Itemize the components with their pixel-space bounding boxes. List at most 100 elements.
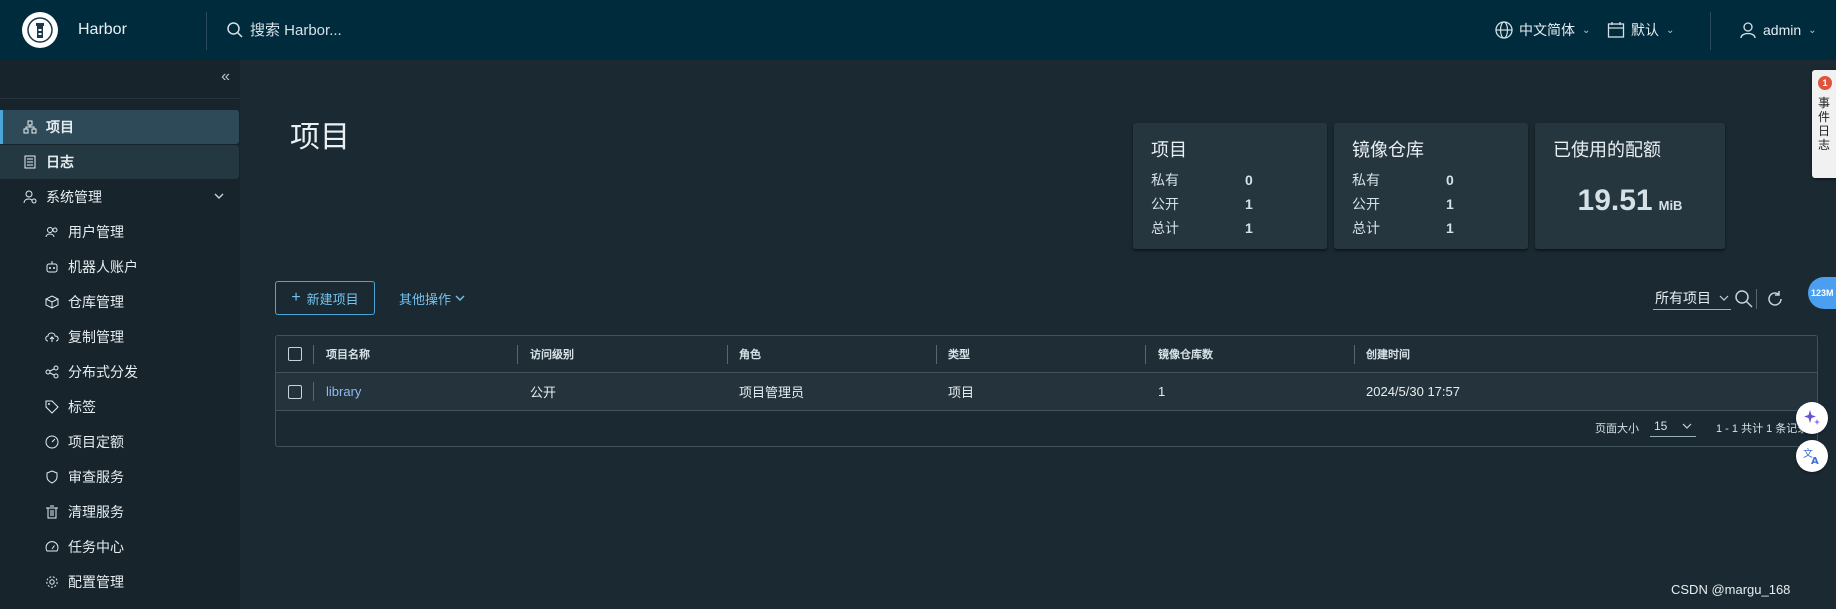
- globe-icon: [1495, 21, 1513, 39]
- quota-value: 19.51 MiB: [1553, 184, 1707, 218]
- card-row: 总计 1: [1352, 216, 1510, 240]
- chevron-down-icon: ⌄: [1666, 24, 1675, 36]
- projects-table: 项目名称 访问级别 角色 类型 镜像仓库数 创建时间 library 公开 项目…: [275, 335, 1818, 447]
- column-header-type[interactable]: 类型: [948, 336, 970, 372]
- card-row: 公开 1: [1151, 192, 1309, 216]
- search-icon[interactable]: [1734, 289, 1754, 309]
- shield-icon: [44, 469, 60, 485]
- card-row: 私有 0: [1151, 168, 1309, 192]
- column-header-repo-count[interactable]: 镜像仓库数: [1158, 336, 1213, 372]
- sidebar-item-robot-accounts[interactable]: 机器人账户: [0, 250, 239, 284]
- event-log-label: 事件日志: [1817, 96, 1830, 152]
- translate-button[interactable]: 文A: [1796, 440, 1828, 472]
- chevron-down-icon: ⌄: [1808, 24, 1817, 36]
- role-cell: 项目管理员: [739, 385, 805, 400]
- sidebar-item-label: 复制管理: [68, 329, 124, 345]
- project-name-link[interactable]: library: [326, 373, 361, 410]
- row-value: 1: [1245, 196, 1253, 212]
- sidebar-item-job-service[interactable]: 任务中心: [0, 530, 239, 564]
- row-label: 私有: [1151, 172, 1179, 188]
- sidebar-item-system-admin[interactable]: 系统管理: [0, 180, 239, 214]
- tag-icon: [44, 399, 60, 415]
- row-value: 1: [1446, 196, 1454, 212]
- quota-summary-card: 已使用的配额 19.51 MiB: [1535, 123, 1725, 249]
- chevron-down-icon: [1682, 423, 1692, 429]
- pagination-summary: 1 - 1 共计 1 条记录: [1716, 423, 1809, 435]
- collapse-sidebar-icon[interactable]: «: [221, 68, 230, 86]
- sidebar-item-label: 系统管理: [46, 189, 102, 205]
- event-log-tab[interactable]: 1 事件日志: [1812, 70, 1836, 178]
- ai-assistant-button[interactable]: [1796, 402, 1828, 434]
- plus-icon: +: [291, 289, 301, 306]
- select-all-checkbox[interactable]: [288, 347, 302, 361]
- sidebar-item-replications[interactable]: 复制管理: [0, 320, 239, 354]
- memory-usage-badge[interactable]: 123M: [1808, 277, 1836, 309]
- more-actions-dropdown[interactable]: 其他操作: [399, 281, 466, 315]
- new-project-button[interactable]: + 新建项目: [275, 281, 375, 315]
- language-selector[interactable]: 中文简体 ⌄: [1494, 0, 1590, 60]
- table-header: 项目名称 访问级别 角色 类型 镜像仓库数 创建时间: [276, 336, 1817, 373]
- speedometer-icon: [44, 539, 60, 555]
- translate-icon: 文A: [1803, 447, 1819, 466]
- sidebar-item-projects[interactable]: 项目: [0, 110, 239, 144]
- search-input[interactable]: [248, 20, 452, 40]
- refresh-icon[interactable]: [1765, 289, 1785, 309]
- chevron-down-icon: [213, 189, 225, 205]
- box-icon: [44, 294, 60, 310]
- row-label: 总计: [1151, 220, 1179, 236]
- page-size-label: 页面大小: [1595, 423, 1639, 435]
- sidebar-item-label: 分布式分发: [68, 364, 138, 380]
- projects-summary-card: 项目 私有 0 公开 1 总计 1: [1133, 123, 1327, 249]
- quota-unit: MiB: [1658, 198, 1683, 213]
- column-header-role[interactable]: 角色: [739, 336, 761, 372]
- robot-icon: [44, 259, 60, 275]
- column-separator: [1354, 345, 1355, 364]
- row-checkbox[interactable]: [288, 384, 302, 399]
- row-label: 总计: [1352, 220, 1380, 236]
- sidebar-divider: [0, 98, 240, 99]
- column-separator: [936, 345, 937, 364]
- row-label: 公开: [1151, 196, 1179, 212]
- user-menu[interactable]: admin ⌄: [1738, 0, 1817, 60]
- sidebar-item-distribution[interactable]: 分布式分发: [0, 355, 239, 389]
- calendar-icon: [1607, 22, 1625, 38]
- sidebar-item-registries[interactable]: 仓库管理: [0, 285, 239, 319]
- table-row[interactable]: library 公开 项目管理员 项目 1 2024/5/30 17:57: [276, 373, 1817, 411]
- filter-value: 所有项目: [1655, 289, 1711, 306]
- repo-count-cell: 1: [1158, 384, 1166, 399]
- svg-text:A: A: [1811, 456, 1819, 466]
- row-value: 1: [1245, 220, 1253, 236]
- column-header-access[interactable]: 访问级别: [530, 336, 574, 372]
- sidebar-item-labels[interactable]: 标签: [0, 390, 239, 424]
- sidebar-item-interrogation-services[interactable]: 审查服务: [0, 460, 239, 494]
- watermark: CSDN @margu_168: [1671, 582, 1791, 597]
- column-header-created[interactable]: 创建时间: [1366, 336, 1410, 372]
- sidebar-item-label: 任务中心: [68, 539, 124, 555]
- row-value: 0: [1245, 172, 1253, 188]
- search-icon: [227, 22, 243, 38]
- sidebar-item-label: 用户管理: [68, 224, 124, 240]
- datetime-format-selector[interactable]: 默认 ⌄: [1606, 0, 1674, 60]
- project-filter-select[interactable]: 所有项目: [1653, 286, 1731, 310]
- page-size-select[interactable]: 15: [1650, 415, 1696, 437]
- column-header-name[interactable]: 项目名称: [326, 336, 370, 372]
- sidebar-item-users[interactable]: 用户管理: [0, 215, 239, 249]
- sidebar-item-configuration[interactable]: 配置管理: [0, 565, 239, 599]
- global-search[interactable]: [226, 14, 452, 46]
- card-title: 已使用的配额: [1553, 140, 1661, 160]
- sparkle-icon: [1804, 410, 1820, 425]
- sidebar-item-label: 标签: [68, 399, 96, 415]
- row-label: 公开: [1352, 196, 1380, 212]
- created-time-cell: 2024/5/30 17:57: [1366, 384, 1460, 399]
- sidebar-item-project-quotas[interactable]: 项目定额: [0, 425, 239, 459]
- row-value: 1: [1446, 220, 1454, 236]
- sidebar-item-label: 机器人账户: [68, 259, 138, 275]
- chevron-down-icon: [455, 295, 465, 301]
- harbor-logo-icon[interactable]: [22, 12, 58, 48]
- app-title[interactable]: Harbor: [78, 0, 127, 60]
- datetime-format-label: 默认: [1631, 22, 1659, 38]
- cloud-upload-icon: [44, 329, 60, 345]
- column-separator: [313, 345, 314, 364]
- sidebar-item-logs[interactable]: 日志: [0, 145, 239, 179]
- sidebar-item-clean-up[interactable]: 清理服务: [0, 495, 239, 529]
